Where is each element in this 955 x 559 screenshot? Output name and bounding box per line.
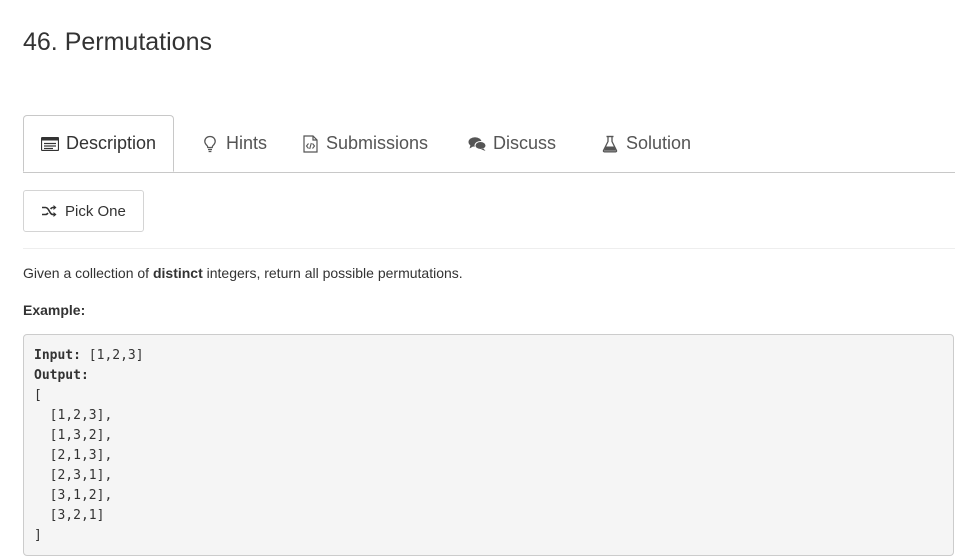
problem-page: 46. Permutations Description Hints Submi… bbox=[0, 0, 955, 559]
output-line: [ bbox=[34, 388, 42, 403]
output-label: Output: bbox=[34, 368, 89, 383]
problem-description: Given a collection of distinct integers,… bbox=[23, 263, 463, 283]
description-text: integers, return all possible permutatio… bbox=[202, 265, 463, 281]
output-line: ] bbox=[34, 528, 42, 543]
tab-label: Solution bbox=[626, 133, 692, 153]
page-title: 46. Permutations bbox=[23, 28, 212, 56]
tab-label: Hints bbox=[226, 133, 268, 153]
example-heading: Example: bbox=[23, 302, 86, 318]
description-bold: distinct bbox=[152, 265, 203, 281]
pick-one-button[interactable]: Pick One bbox=[23, 190, 144, 232]
output-line: [1,3,2], bbox=[34, 428, 113, 443]
output-line: [2,1,3], bbox=[34, 448, 113, 463]
comments-icon bbox=[467, 134, 487, 154]
lightbulb-icon bbox=[200, 134, 220, 154]
shuffle-icon bbox=[41, 203, 57, 219]
output-line: [2,3,1], bbox=[34, 468, 113, 483]
tab-hints[interactable]: Hints bbox=[200, 115, 267, 172]
input-value: [1,2,3] bbox=[80, 348, 144, 363]
description-icon bbox=[40, 134, 60, 154]
pick-one-label: Pick One bbox=[65, 202, 126, 220]
tab-solution[interactable]: Solution bbox=[600, 115, 691, 172]
description-text: Given a collection of bbox=[23, 265, 153, 281]
tab-bar: Description Hints Submissions Discuss So… bbox=[23, 115, 955, 173]
output-line: [3,1,2], bbox=[34, 488, 113, 503]
tab-submissions[interactable]: Submissions bbox=[300, 115, 428, 172]
tab-discuss[interactable]: Discuss bbox=[467, 115, 556, 172]
tab-description[interactable]: Description bbox=[23, 115, 175, 172]
tab-label: Discuss bbox=[493, 133, 557, 153]
output-line: [3,2,1] bbox=[34, 508, 105, 523]
code-file-icon bbox=[300, 134, 320, 154]
tab-label: Description bbox=[66, 133, 157, 153]
example-code-block: Input: [1,2,3] Output: [ [1,2,3], [1,3,2… bbox=[23, 334, 954, 556]
tab-label: Submissions bbox=[326, 133, 429, 153]
content-divider bbox=[23, 248, 955, 249]
flask-icon bbox=[600, 134, 620, 154]
input-label: Input: bbox=[34, 348, 81, 363]
output-line: [1,2,3], bbox=[34, 408, 113, 423]
